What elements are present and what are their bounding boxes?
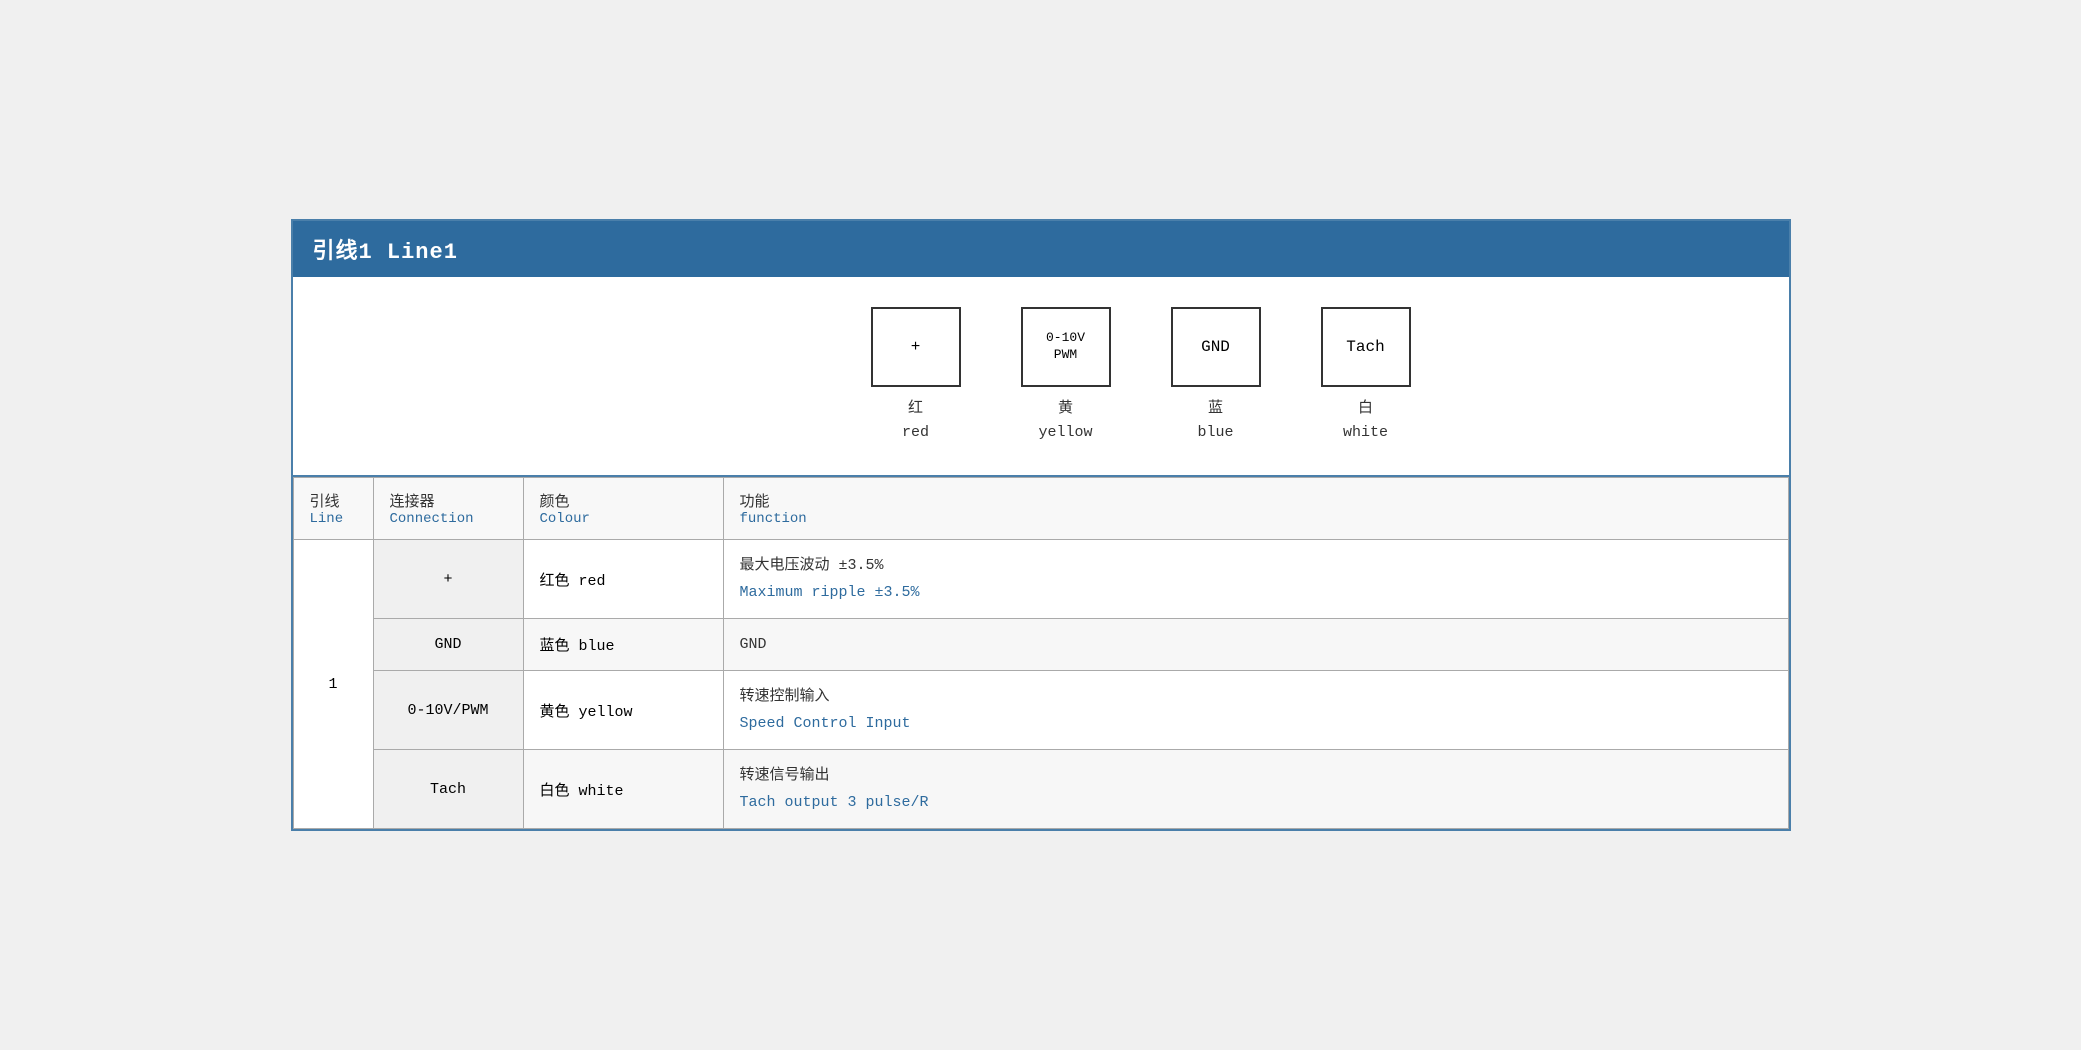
header-line-en: Line	[310, 511, 357, 527]
pin-gnd-box: GND	[1171, 307, 1261, 387]
pin-gnd-item: GND 蓝 blue	[1171, 307, 1261, 445]
pin-pwm-en: yellow	[1038, 421, 1092, 445]
title-bar: 引线1 Line1	[293, 221, 1789, 277]
connector-gnd-label: GND	[434, 636, 461, 653]
header-line: 引线 Line	[293, 478, 373, 540]
pin-pwm-label: 0-10VPWM	[1046, 330, 1085, 364]
colour-blue: 蓝色 blue	[523, 619, 723, 671]
header-function-en: function	[740, 511, 1772, 527]
pin-tach-color: 白 white	[1343, 397, 1388, 445]
connector-plus-label: +	[443, 571, 452, 588]
pin-gnd-label: GND	[1201, 337, 1230, 358]
header-function-zh: 功能	[740, 490, 1772, 511]
header-connection-zh: 连接器	[390, 490, 507, 511]
colour-white-label: 白色 white	[540, 783, 624, 800]
line-number-cell: 1	[293, 540, 373, 829]
header-colour-zh: 颜色	[540, 490, 707, 511]
table-row-2: GND 蓝色 blue GND	[293, 619, 1788, 671]
colour-white: 白色 white	[523, 750, 723, 829]
connector-pwm-label: 0-10V/PWM	[407, 702, 488, 719]
pin-plus-label: +	[911, 337, 921, 358]
table-wrapper: 引线 Line 连接器 Connection 颜色 Colour 功能 func…	[293, 477, 1789, 829]
colour-yellow-label: 黄色 yellow	[540, 704, 633, 721]
colour-red-label: 红色 red	[540, 573, 606, 590]
pin-tach-item: Tach 白 white	[1321, 307, 1411, 445]
header-colour: 颜色 Colour	[523, 478, 723, 540]
pin-pwm-zh: 黄	[1038, 397, 1092, 421]
function-speed: 转速控制输入 Speed Control Input	[723, 671, 1788, 750]
function-speed-zh: 转速控制输入	[740, 683, 1772, 710]
pin-plus-item: + 红 red	[871, 307, 961, 445]
header-connection-en: Connection	[390, 511, 507, 527]
page-title: 引线1 Line1	[313, 240, 458, 265]
function-tach-zh: 转速信号输出	[740, 762, 1772, 789]
pin-plus-color: 红 red	[902, 397, 929, 445]
pin-diagram: + 红 red 0-10VPWM 黄 yellow GND	[871, 307, 1411, 445]
header-connection: 连接器 Connection	[373, 478, 523, 540]
pin-plus-box: +	[871, 307, 961, 387]
pin-pwm-box: 0-10VPWM	[1021, 307, 1111, 387]
main-container: 引线1 Line1 + 红 red 0-10VPWM 黄 yellow	[291, 219, 1791, 831]
function-speed-en: Speed Control Input	[740, 710, 1772, 737]
function-ripple-en: Maximum ripple ±3.5%	[740, 579, 1772, 606]
pin-pwm-item: 0-10VPWM 黄 yellow	[1021, 307, 1111, 445]
table-row-3: 0-10V/PWM 黄色 yellow 转速控制输入 Speed Control…	[293, 671, 1788, 750]
connector-gnd: GND	[373, 619, 523, 671]
pin-pwm-color: 黄 yellow	[1038, 397, 1092, 445]
connector-tach-label: Tach	[430, 781, 466, 798]
table-header-row: 引线 Line 连接器 Connection 颜色 Colour 功能 func…	[293, 478, 1788, 540]
pin-tach-box: Tach	[1321, 307, 1411, 387]
function-tach-en: Tach output 3 pulse/R	[740, 789, 1772, 816]
function-gnd-zh: GND	[740, 631, 1772, 658]
pin-plus-zh: 红	[902, 397, 929, 421]
pin-gnd-zh: 蓝	[1197, 397, 1233, 421]
table-row-1: 1 + 红色 red 最大电压波动 ±3.5% Maximum ripple ±…	[293, 540, 1788, 619]
diagram-section: + 红 red 0-10VPWM 黄 yellow GND	[293, 277, 1789, 477]
header-colour-en: Colour	[540, 511, 707, 527]
main-table: 引线 Line 连接器 Connection 颜色 Colour 功能 func…	[293, 477, 1789, 829]
table-row-4: Tach 白色 white 转速信号输出 Tach output 3 pulse…	[293, 750, 1788, 829]
pin-tach-en: white	[1343, 421, 1388, 445]
header-function: 功能 function	[723, 478, 1788, 540]
connector-pwm: 0-10V/PWM	[373, 671, 523, 750]
pin-plus-en: red	[902, 421, 929, 445]
colour-red: 红色 red	[523, 540, 723, 619]
line-number: 1	[328, 676, 337, 693]
colour-blue-label: 蓝色 blue	[540, 638, 615, 655]
function-ripple-zh: 最大电压波动 ±3.5%	[740, 552, 1772, 579]
pin-gnd-color: 蓝 blue	[1197, 397, 1233, 445]
colour-yellow: 黄色 yellow	[523, 671, 723, 750]
function-tach: 转速信号输出 Tach output 3 pulse/R	[723, 750, 1788, 829]
pin-gnd-en: blue	[1197, 421, 1233, 445]
connector-tach: Tach	[373, 750, 523, 829]
connector-plus: +	[373, 540, 523, 619]
pin-tach-zh: 白	[1343, 397, 1388, 421]
function-gnd: GND	[723, 619, 1788, 671]
header-line-zh: 引线	[310, 490, 357, 511]
function-ripple: 最大电压波动 ±3.5% Maximum ripple ±3.5%	[723, 540, 1788, 619]
pin-tach-label: Tach	[1346, 337, 1384, 358]
